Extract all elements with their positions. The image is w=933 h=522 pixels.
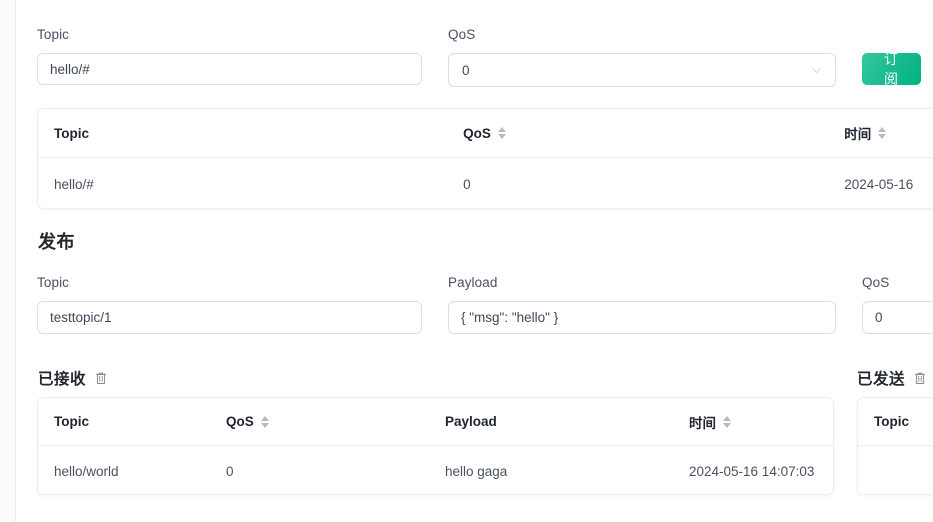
publish-topic-label: Topic [37,275,70,290]
cell-time: 2024-05-16 [844,176,914,192]
sort-arrows-icon[interactable] [260,415,269,428]
table-row[interactable]: hello/world 0 hello gaga 2024-05-16 14:0… [38,446,833,494]
column-header-qos[interactable]: QoS [447,126,836,141]
trash-icon[interactable] [913,371,927,386]
received-panel-title: 已接收 [38,367,108,389]
sent-table: Topic [857,397,933,495]
mqtt-client-page: Topic hello/# QoS 0 订阅 Topic QoS 时间 hell… [0,0,933,522]
publish-payload-label: Payload [448,275,498,290]
column-header-time[interactable]: 时间 [836,123,933,143]
sort-arrows-icon[interactable] [878,127,887,139]
received-panel-title-label: 已接收 [38,371,87,388]
column-header-topic-label: Topic [874,414,909,429]
subscriptions-table-header: Topic QoS 时间 [38,109,933,158]
column-header-time[interactable]: 时间 [681,412,831,432]
column-header-qos-label: QoS [463,125,491,141]
subscribe-qos-field: QoS 0 [448,27,836,87]
subscribe-qos-value: 0 [462,62,470,78]
column-header-qos-label: QoS [226,414,254,429]
page-content: Topic hello/# QoS 0 订阅 Topic QoS 时间 hell… [17,0,933,522]
sent-table-header: Topic [858,398,933,446]
publish-payload-value: { "msg": "hello" } [461,310,559,325]
subscribe-topic-input[interactable]: hello/# [37,53,422,85]
sent-panel-title-label: 已发送 [857,371,906,388]
publish-qos-label: QoS [862,275,890,290]
cell-topic: hello/# [54,176,94,192]
subscribe-topic-label: Topic [37,27,70,42]
column-header-topic-label: Topic [54,414,89,429]
publish-topic-input[interactable]: testtopic/1 [37,301,422,334]
subscribe-topic-field: Topic hello/# [37,27,422,85]
column-header-payload-label: Payload [445,414,497,429]
publish-qos-field: QoS 0 [862,275,933,334]
sent-panel-title: 已发送 [857,367,927,389]
publish-payload-field: Payload { "msg": "hello" } [448,275,836,334]
cell-time: 2024-05-16 14:07:03 [689,463,815,479]
cell-qos: 0 [463,176,471,192]
column-header-time-label: 时间 [689,415,716,431]
publish-payload-input[interactable]: { "msg": "hello" } [448,301,836,334]
received-table: Topic QoS Payload 时间 hello/world 0 hello… [37,397,834,495]
subscriptions-table: Topic QoS 时间 hello/# 0 2024-05-16 [37,108,933,209]
cell-qos: 0 [226,463,234,479]
subscribe-qos-select[interactable]: 0 [448,53,836,87]
column-header-qos[interactable]: QoS [218,414,437,429]
sent-table-empty-body [858,446,933,494]
received-table-header: Topic QoS Payload 时间 [38,398,833,446]
column-header-time-label: 时间 [844,127,872,142]
column-header-topic-label: Topic [54,125,89,141]
subscribe-button[interactable]: 订阅 [862,51,921,87]
cell-payload: hello gaga [445,463,508,479]
publish-form: Topic testtopic/1 Payload { "msg": "hell… [37,275,933,334]
publish-section-title: 发布 [38,232,75,252]
publish-topic-field: Topic testtopic/1 [37,275,422,334]
subscribe-form: Topic hello/# QoS 0 订阅 [37,27,921,87]
publish-qos-input[interactable]: 0 [862,301,933,334]
chevron-down-icon [812,67,821,73]
cell-topic: hello/world [54,463,119,479]
subscribe-qos-label: QoS [448,27,476,42]
left-gutter [0,0,16,522]
column-header-payload[interactable]: Payload [437,414,681,429]
column-header-topic[interactable]: Topic [858,414,933,429]
publish-topic-value: testtopic/1 [50,310,112,325]
column-header-topic[interactable]: Topic [38,414,218,429]
table-row[interactable]: hello/# 0 2024-05-16 [38,158,933,208]
publish-qos-value: 0 [875,310,883,325]
sort-arrows-icon[interactable] [723,415,731,428]
trash-icon[interactable] [94,371,108,386]
column-header-topic[interactable]: Topic [38,126,447,141]
subscribe-topic-value: hello/# [50,61,90,77]
sort-arrows-icon[interactable] [497,127,506,139]
